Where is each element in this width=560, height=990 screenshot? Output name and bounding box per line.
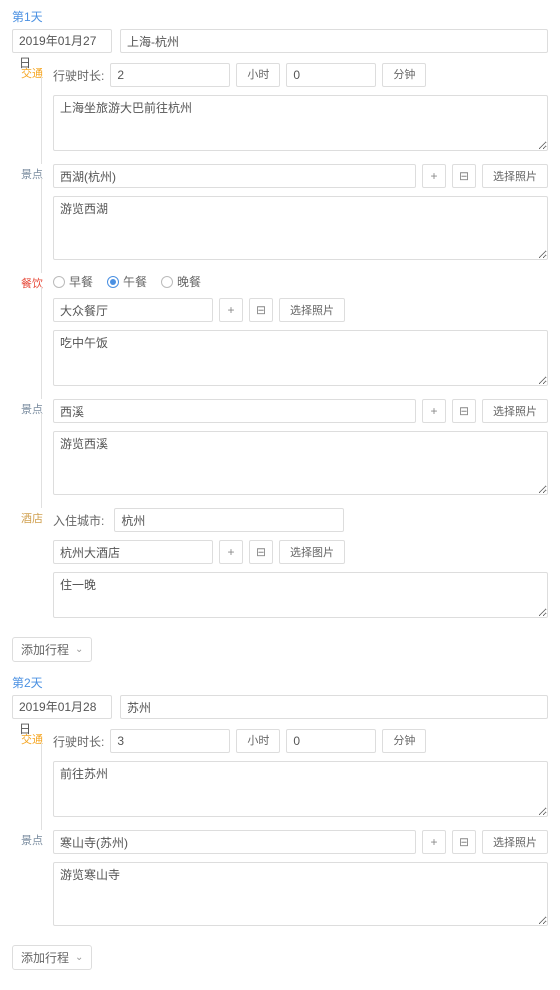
select-photo-button[interactable]: 选择照片 [482,399,548,423]
hotel-desc-textarea[interactable] [53,572,548,618]
delete-icon[interactable]: ⊟ [452,830,476,854]
section-label-traffic: 交通 [13,731,43,747]
add-trip-button[interactable]: 添加行程 ⌄ [12,637,92,662]
plus-icon[interactable]: + [422,830,446,854]
minute-unit: 分钟 [382,729,426,753]
spot-name-input[interactable] [53,830,416,854]
radio-breakfast[interactable]: 早餐 [53,273,93,290]
meal-radio-group: 早餐 午餐 晚餐 [53,273,548,290]
section-label-traffic: 交通 [13,65,43,81]
spot-desc-textarea[interactable] [53,862,548,926]
traffic-desc-textarea[interactable] [53,95,548,151]
add-trip-button[interactable]: 添加行程 ⌄ [12,945,92,970]
delete-icon[interactable]: ⊟ [452,399,476,423]
delete-icon[interactable]: ⊟ [249,540,273,564]
checkin-city-label: 入住城市: [53,512,104,529]
plus-icon[interactable]: + [219,540,243,564]
duration-label: 行驶时长: [53,733,104,750]
radio-dinner[interactable]: 晚餐 [161,273,201,290]
radio-lunch[interactable]: 午餐 [107,273,147,290]
plus-icon[interactable]: + [422,164,446,188]
chevron-down-icon: ⌄ [75,952,83,963]
plus-icon[interactable]: + [219,298,243,322]
day-2-date[interactable]: 2019年01月28日 [12,695,112,719]
delete-icon[interactable]: ⊟ [249,298,273,322]
chevron-down-icon: ⌄ [75,644,83,655]
section-label-hotel: 酒店 [13,510,43,526]
hour-unit: 小时 [236,729,280,753]
section-label-spot: 景点 [13,832,43,848]
day-1-label: 第1天 [12,8,548,25]
day-2-title-input[interactable] [120,695,548,719]
hours-input[interactable] [110,729,230,753]
minutes-input[interactable] [286,729,376,753]
duration-label: 行驶时长: [53,67,104,84]
restaurant-input[interactable] [53,298,213,322]
day-1-date[interactable]: 2019年01月27日 [12,29,112,53]
traffic-desc-textarea[interactable] [53,761,548,817]
select-photo-button[interactable]: 选择照片 [279,298,345,322]
section-label-spot: 景点 [13,401,43,417]
day-1-title-input[interactable] [120,29,548,53]
day-2-label: 第2天 [12,674,548,691]
plus-icon[interactable]: + [422,399,446,423]
meal-desc-textarea[interactable] [53,330,548,386]
select-photo-button[interactable]: 选择照片 [482,830,548,854]
spot-desc-textarea[interactable] [53,431,548,495]
minutes-input[interactable] [286,63,376,87]
section-label-spot: 景点 [13,166,43,182]
hotel-name-input[interactable] [53,540,213,564]
hours-input[interactable] [110,63,230,87]
select-photo-button[interactable]: 选择照片 [482,164,548,188]
minute-unit: 分钟 [382,63,426,87]
spot-name-input[interactable] [53,164,416,188]
spot-desc-textarea[interactable] [53,196,548,260]
select-image-button[interactable]: 选择图片 [279,540,345,564]
hour-unit: 小时 [236,63,280,87]
hotel-city-input[interactable] [114,508,344,532]
section-label-meal: 餐饮 [13,275,43,291]
spot-name-input[interactable] [53,399,416,423]
delete-icon[interactable]: ⊟ [452,164,476,188]
